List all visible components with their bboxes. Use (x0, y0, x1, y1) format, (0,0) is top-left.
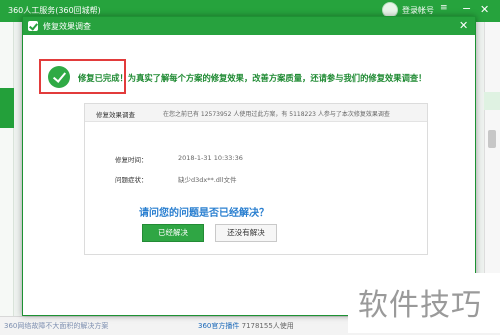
menu-icon[interactable]: ≡ (440, 3, 448, 13)
success-headline: 修复已完成！为真实了解每个方案的修复效果，改善方案质量，还请参与我们的修复效果调… (78, 73, 427, 83)
resolved-button[interactable]: 已经解决 (142, 224, 204, 242)
footer-link[interactable]: 360网络故障不大面积的解决方案 (4, 321, 108, 331)
login-link[interactable]: 登录帐号 (402, 5, 434, 16)
survey-stats: 在您之前已有 12573952 人使用过此方案，有 5118223 人参与了本次… (163, 111, 390, 118)
repair-time-value: 2018-1-31 10:33:36 (178, 154, 243, 162)
symptom-label: 问题症状： (115, 176, 148, 184)
app-logo-icon (28, 21, 38, 31)
survey-header: 修复效果调查 在您之前已有 12573952 人使用过此方案，有 5118223… (85, 104, 427, 122)
repair-time-label: 修复时间： (115, 156, 148, 164)
close-icon[interactable]: ✕ (480, 3, 489, 16)
repair-survey-dialog: 修复效果调查 ✕ 修复已完成！为真实了解每个方案的修复效果，改善方案质量，还请参… (22, 16, 476, 316)
watermark: 软件技巧 (358, 288, 482, 323)
background-app-title: 360人工服务(360回城帮) (8, 6, 101, 15)
dialog-close-icon[interactable]: ✕ (459, 19, 468, 32)
dialog-titlebar: 修复效果调查 ✕ (23, 17, 475, 35)
survey-title: 修复效果调查 (96, 111, 135, 119)
survey-panel: 修复效果调查 在您之前已有 12573952 人使用过此方案，有 5118223… (84, 103, 428, 255)
footer-brand: 360官方播件 (198, 322, 240, 330)
scrollbar-thumb[interactable] (488, 130, 496, 148)
minimize-icon[interactable]: − (462, 2, 471, 15)
footer-stats: 360官方播件 7178155人使用 (198, 321, 294, 331)
dialog-title: 修复效果调查 (43, 22, 91, 31)
background-left-band (0, 88, 14, 128)
not-resolved-button[interactable]: 还没有解决 (215, 224, 277, 242)
footer-count: 7178155人使用 (241, 322, 294, 330)
resolution-question: 请问您的问题是否已经解决？ (139, 208, 269, 219)
check-circle-icon (48, 66, 70, 88)
symptom-value: 缺少d3dx**.dll文件 (178, 176, 237, 184)
background-left-panel (0, 22, 14, 322)
background-right-band (484, 92, 500, 110)
